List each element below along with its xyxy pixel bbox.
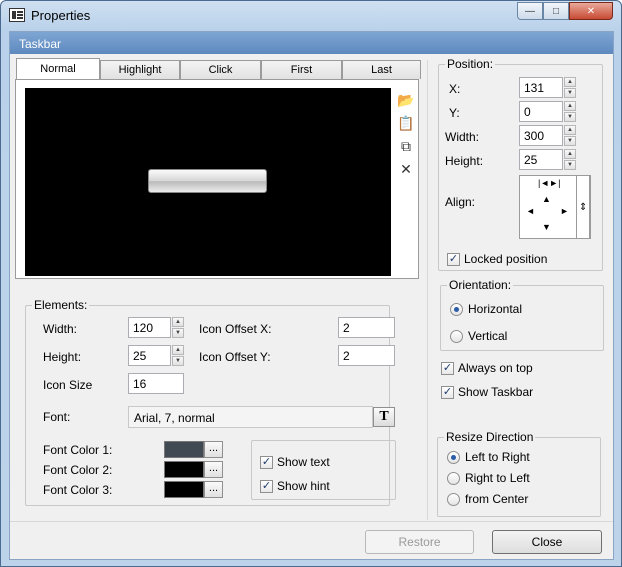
show-text-checkbox[interactable]: ✓ Show text xyxy=(260,455,330,469)
window-title: Properties xyxy=(31,8,91,23)
show-hint-check-icon: ✓ xyxy=(260,479,273,493)
taskbar-preview-bar xyxy=(148,169,267,193)
align-height-picker[interactable]: ⇕ xyxy=(576,175,590,239)
pos-height-spinner[interactable]: ▲ ▼ xyxy=(564,149,576,170)
locked-position-checkbox[interactable]: ✓ Locked position xyxy=(447,252,547,266)
pos-y-label: Y: xyxy=(449,106,460,120)
delete-icon[interactable]: ✕ xyxy=(397,161,415,178)
pos-x-field[interactable]: 131 xyxy=(519,77,563,98)
icon-offset-x-label: Icon Offset X: xyxy=(199,322,272,336)
el-height-spinner[interactable]: ▲ ▼ xyxy=(172,345,184,366)
pos-width-field[interactable]: 300 xyxy=(519,125,563,146)
show-text-check-icon: ✓ xyxy=(260,455,273,469)
locked-check-icon: ✓ xyxy=(447,252,460,266)
font-color-1-button[interactable]: ... xyxy=(204,441,223,458)
close-window-button[interactable]: ✕ xyxy=(569,2,613,20)
orientation-vertical-radio[interactable]: Vertical xyxy=(450,329,507,343)
vertical-separator xyxy=(427,60,428,520)
tab-normal[interactable]: Normal xyxy=(16,58,100,79)
position-group: Position: X: 131 ▲ ▼ Y: 0 ▲ ▼ Width: 300 ▲… xyxy=(438,57,603,271)
elements-legend: Elements: xyxy=(32,298,90,312)
app-icon xyxy=(9,8,25,22)
tab-panel: 📂 📋 ⧉ ✕ xyxy=(15,79,419,279)
orientation-group: Orientation: Horizontal Vertical xyxy=(440,278,604,351)
font-color-2-swatch[interactable] xyxy=(164,461,204,478)
tab-highlight[interactable]: Highlight xyxy=(100,60,180,79)
font-color-3-label: Font Color 3: xyxy=(43,483,113,497)
show-hint-checkbox[interactable]: ✓ Show hint xyxy=(260,479,330,493)
align-bottom-icon[interactable]: ▼ xyxy=(542,222,551,232)
icon-size-field[interactable]: 16 xyxy=(128,373,184,394)
font-color-1-label: Font Color 1: xyxy=(43,443,113,457)
maximize-button[interactable]: □ xyxy=(543,2,569,20)
minimize-button[interactable]: — xyxy=(517,2,543,20)
align-right-icon[interactable]: ► xyxy=(560,206,569,216)
icon-size-label: Icon Size xyxy=(43,378,93,392)
footer-separator xyxy=(10,521,613,522)
resize-from-center-radio[interactable]: from Center xyxy=(447,492,528,506)
el-width-label: Width: xyxy=(43,322,78,336)
section-header: Taskbar xyxy=(10,32,613,54)
open-folder-icon[interactable]: 📂 xyxy=(397,92,415,109)
resize-direction-group: Resize Direction Left to Right Right to … xyxy=(437,430,601,517)
elements-group: Elements: Width: 120 ▲ ▼ Height: 25 ▲ ▼ Ic… xyxy=(25,298,396,506)
pos-height-label: Height: xyxy=(445,154,484,168)
el-height-field[interactable]: 25 xyxy=(128,345,171,366)
dialog-client: Taskbar Normal Highlight Click First Las… xyxy=(9,31,614,560)
copy-icon[interactable]: ⧉ xyxy=(397,138,415,155)
always-on-top-check-icon: ✓ xyxy=(441,361,454,375)
align-left-icon[interactable]: ◄ xyxy=(526,206,535,216)
pos-y-spinner[interactable]: ▲ ▼ xyxy=(564,101,576,122)
el-width-field[interactable]: 120 xyxy=(128,317,171,338)
radio-unselected-icon xyxy=(447,471,460,485)
resize-right-to-left-radio[interactable]: Right to Left xyxy=(447,471,530,485)
pos-width-spinner[interactable]: ▲ ▼ xyxy=(564,125,576,146)
font-color-2-label: Font Color 2: xyxy=(43,463,113,477)
close-button[interactable]: Close xyxy=(492,530,602,554)
icon-offset-x-field[interactable]: 2 xyxy=(338,317,395,338)
font-display: Arial, 7, normal xyxy=(128,406,373,428)
state-tabs: Normal Highlight Click First Last xyxy=(16,58,421,79)
resize-left-to-right-radio[interactable]: Left to Right xyxy=(447,450,530,464)
always-on-top-checkbox[interactable]: ✓ Always on top xyxy=(441,361,533,375)
icon-offset-y-label: Icon Offset Y: xyxy=(199,350,271,364)
pos-y-field[interactable]: 0 xyxy=(519,101,563,122)
align-top-icon[interactable]: ▲ xyxy=(542,194,551,204)
pos-height-field[interactable]: 25 xyxy=(519,149,563,170)
preview-area xyxy=(25,88,391,276)
tab-last[interactable]: Last xyxy=(342,60,421,79)
pos-x-label: X: xyxy=(449,82,461,96)
tab-click[interactable]: Click xyxy=(180,60,261,79)
tab-first[interactable]: First xyxy=(261,60,342,79)
font-color-3-button[interactable]: ... xyxy=(204,481,223,498)
title-bar[interactable]: Properties — □ ✕ xyxy=(1,1,621,31)
icon-offset-y-field[interactable]: 2 xyxy=(338,345,395,366)
text-options-group: ✓ Show text ✓ Show hint xyxy=(251,440,396,500)
font-color-2-button[interactable]: ... xyxy=(204,461,223,478)
show-taskbar-checkbox[interactable]: ✓ Show Taskbar xyxy=(441,385,533,399)
font-label: Font: xyxy=(43,410,71,424)
radio-unselected-icon xyxy=(450,329,463,343)
restore-button[interactable]: Restore xyxy=(365,530,474,554)
align-label: Align: xyxy=(445,195,476,209)
align-width-arrows-icon: |◄►| xyxy=(538,178,561,188)
resize-direction-legend: Resize Direction xyxy=(444,430,536,444)
position-legend: Position: xyxy=(445,57,496,71)
font-color-3-swatch[interactable] xyxy=(164,481,204,498)
show-taskbar-check-icon: ✓ xyxy=(441,385,454,399)
pos-width-label: Width: xyxy=(445,130,480,144)
radio-selected-icon xyxy=(447,450,460,464)
properties-window: Properties — □ ✕ Taskbar Normal Highligh… xyxy=(0,0,622,567)
align-height-arrows-icon: ⇕ xyxy=(579,202,588,213)
radio-selected-icon xyxy=(450,302,463,316)
font-picker-button[interactable]: T xyxy=(373,407,395,427)
radio-unselected-icon xyxy=(447,492,460,506)
pos-x-spinner[interactable]: ▲ ▼ xyxy=(564,77,576,98)
el-width-spinner[interactable]: ▲ ▼ xyxy=(172,317,184,338)
orientation-legend: Orientation: xyxy=(447,278,514,292)
orientation-horizontal-radio[interactable]: Horizontal xyxy=(450,302,522,316)
paste-icon[interactable]: 📋 xyxy=(397,115,415,132)
font-color-1-swatch[interactable] xyxy=(164,441,204,458)
el-height-label: Height: xyxy=(43,350,82,364)
